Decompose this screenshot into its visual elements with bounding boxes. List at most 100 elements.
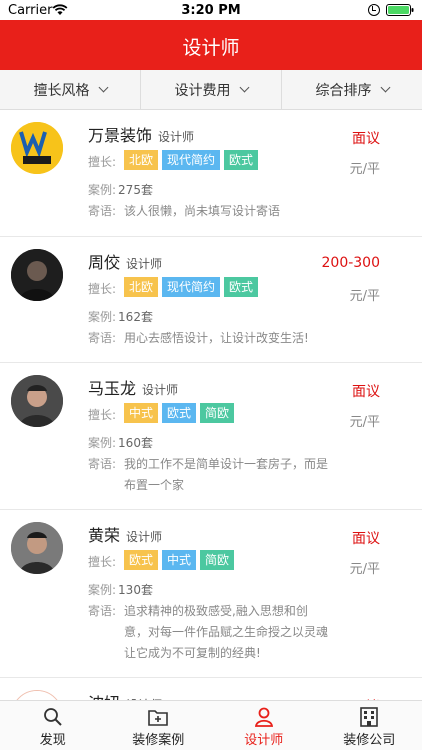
designer-card[interactable]: 马玉龙 设计师 面议 元/平 擅长: 中式 欧式 简欧 案例: 160套 寄语: 我… [0, 363, 422, 510]
avatar [11, 249, 63, 301]
price-unit: 元/平 [349, 562, 380, 577]
cases-label: 案例: [88, 436, 117, 450]
avatar [11, 690, 63, 700]
price: 面议 [352, 531, 380, 547]
cases-label: 案例: [88, 310, 117, 324]
style-tags: 中式 欧式 简欧 [124, 403, 235, 423]
designer-role: 设计师 [126, 530, 163, 544]
tab-discover-label: 发现 [39, 733, 66, 748]
status-time: 3:20 PM [181, 3, 241, 18]
avatar [11, 375, 63, 427]
filter-style[interactable]: 擅长风格 [0, 70, 141, 109]
motto-row: 寄语: 该人很懒，尚未填写设计寄语 [88, 201, 328, 222]
style-tag: 现代简约 [162, 277, 221, 297]
motto-label: 寄语: [88, 604, 117, 618]
battery-icon [386, 4, 414, 16]
filter-style-label: 擅长风格 [33, 82, 90, 99]
avatar [11, 522, 63, 574]
avatar-photo [11, 522, 63, 574]
person-icon [254, 707, 273, 727]
designer-role: 设计师 [126, 257, 163, 271]
designer-card[interactable]: 周佼 设计师 200-300 元/平 擅长: 北欧 现代简约 欧式 案例: 162套… [0, 237, 422, 363]
motto-row: 寄语: 我的工作不是简单设计一套房子，而是布置一个家 [88, 454, 328, 499]
cases-count: 162套 [118, 310, 153, 324]
style-tag: 欧式 [124, 550, 159, 570]
filter-fee[interactable]: 设计费用 [141, 70, 282, 109]
tab-companies[interactable]: 装修公司 [317, 701, 422, 750]
avatar [11, 122, 63, 174]
style-tag: 欧式 [224, 277, 259, 297]
style-tag: 北欧 [124, 277, 159, 297]
skill-label: 擅长: [88, 408, 117, 422]
filter-bar: 擅长风格 设计费用 综合排序 [0, 70, 422, 110]
tab-bar: 发现 装修案例 设计师 装修公司 [0, 700, 422, 750]
style-tag: 简欧 [200, 403, 235, 423]
chevron-down-icon [98, 82, 108, 93]
alarm-icon [368, 4, 380, 16]
price: 面议 [352, 131, 380, 147]
folder-add-icon [148, 710, 169, 726]
status-bar: Carrier 3:20 PM [0, 0, 422, 20]
designer-name-row: 周佼 设计师 [88, 249, 162, 273]
designer-name-row: 黄荣 设计师 [88, 522, 162, 546]
style-tag: 欧式 [162, 403, 197, 423]
filter-sort-label: 综合排序 [315, 82, 372, 99]
price-unit: 元/平 [349, 415, 380, 430]
tab-companies-label: 装修公司 [343, 733, 396, 748]
filter-fee-label: 设计费用 [174, 82, 231, 99]
designer-card[interactable]: 黄荣 设计师 面议 元/平 擅长: 欧式 中式 简欧 案例: 130套 寄语: 追求… [0, 510, 422, 678]
page-title: 设计师 [182, 37, 240, 59]
designer-name-row: 波妞设计师 [88, 690, 162, 700]
style-tags: 北欧 现代简约 欧式 [124, 277, 259, 297]
designer-name: 万景装饰 [88, 126, 153, 145]
style-tag: 欧式 [224, 150, 259, 170]
cases-label: 案例: [88, 183, 117, 197]
tab-discover[interactable]: 发现 [0, 701, 106, 750]
motto-label: 寄语: [88, 204, 117, 218]
designer-role: 设计师 [142, 383, 179, 397]
cases-count: 275套 [118, 183, 153, 197]
cases-count: 130套 [118, 583, 153, 597]
building-icon [360, 707, 379, 727]
designer-card[interactable]: 万景装饰 设计师 面议 元/平 擅长: 北欧 现代简约 欧式 案例: 275套 寄语… [0, 110, 422, 237]
filter-sort[interactable]: 综合排序 [282, 70, 422, 109]
designer-name: 黄荣 [88, 526, 121, 545]
price-unit: 元/平 [349, 162, 380, 177]
tab-cases[interactable]: 装修案例 [106, 701, 212, 750]
designer-name: 周佼 [88, 253, 121, 272]
tab-designers[interactable]: 设计师 [211, 701, 317, 750]
style-tags: 欧式 中式 简欧 [124, 550, 235, 570]
cases-row: 案例: 130套 [88, 581, 153, 598]
cases-label: 案例: [88, 583, 117, 597]
style-tag: 中式 [124, 403, 159, 423]
motto-label: 寄语: [88, 457, 117, 471]
motto-text: 用心去感悟设计，让设计改变生活! [124, 331, 309, 345]
avatar-logo [12, 691, 62, 700]
price: 200-300 [321, 255, 381, 271]
style-tag: 简欧 [200, 550, 235, 570]
motto-row: 寄语: 用心去感悟设计，让设计改变生活! [88, 328, 328, 349]
designer-role: 设计师 [158, 130, 195, 144]
motto-row: 寄语: 追求精神的极致感受,融入思想和创意，对每一件作品赋之生命授之以灵魂让它成… [88, 601, 328, 667]
chevron-down-icon [239, 82, 249, 93]
tab-designers-label: 设计师 [244, 733, 284, 748]
designer-card[interactable]: 波妞设计师 面议 [0, 678, 422, 700]
cases-row: 案例: 160套 [88, 434, 153, 451]
motto-text: 追求精神的极致感受,融入思想和创意，对每一件作品赋之生命授之以灵魂让它成为不可复… [124, 604, 329, 660]
cases-row: 案例: 275套 [88, 181, 153, 198]
price: 面议 [352, 384, 380, 400]
search-icon [43, 708, 62, 726]
motto-text: 该人很懒，尚未填写设计寄语 [124, 204, 281, 218]
company-logo [11, 122, 63, 174]
cases-row: 案例: 162套 [88, 308, 153, 325]
skill-label: 擅长: [88, 555, 117, 569]
style-tag: 北欧 [124, 150, 159, 170]
nav-bar: 设计师 [0, 20, 422, 70]
designer-name: 马玉龙 [88, 379, 137, 398]
price-unit: 元/平 [349, 289, 380, 304]
skill-label: 擅长: [88, 282, 117, 296]
skill-label: 擅长: [88, 155, 117, 169]
avatar-photo [11, 249, 63, 301]
style-tags: 北欧 现代简约 欧式 [124, 150, 259, 170]
motto-label: 寄语: [88, 331, 117, 345]
